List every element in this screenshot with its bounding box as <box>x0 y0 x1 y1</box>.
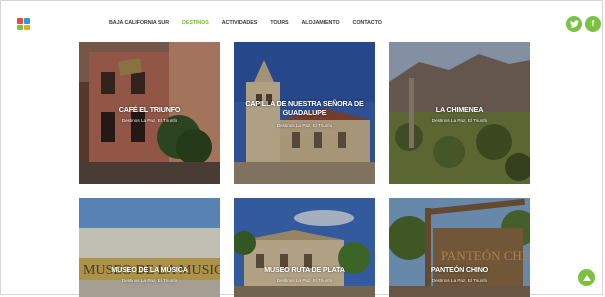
main-nav: BAJA CALIFORNIA SUR DESTINOS ACTIVIDADES… <box>109 20 382 26</box>
nav-item-alojamiento[interactable]: ALOJAMIENTO <box>302 20 340 26</box>
nav-item-destinos[interactable]: DESTINOS <box>182 20 209 26</box>
destination-card-museo-de-la-musica[interactable]: MUSEO DE LA MUSICA MUSEO DE LA MÚSICA De… <box>79 198 220 297</box>
card-subtitle: Destinos La Paz, El Triunfo <box>121 278 178 283</box>
card-title: PANTEÓN CHINO <box>430 265 489 274</box>
destination-card-cafe-el-triunfo[interactable]: CAFÉ EL TRIUNFO Destinos La Paz, El Triu… <box>79 42 220 184</box>
card-title: CAFÉ EL TRIUNFO <box>118 105 181 114</box>
card-subtitle: Destinos La Paz, El Triunfo <box>431 118 488 123</box>
nav-item-baja-california-sur[interactable]: BAJA CALIFORNIA SUR <box>109 20 169 26</box>
site-logo[interactable] <box>16 16 32 32</box>
destination-card-capilla-guadalupe[interactable]: CAPILLA DE NUESTRA SEÑORA DE GUADALUPE D… <box>234 42 375 184</box>
twitter-button[interactable] <box>566 16 582 32</box>
destination-card-la-chimenea[interactable]: LA CHIMENEA Destinos La Paz, El Triunfo <box>389 42 530 184</box>
card-subtitle: Destinos La Paz, El Triunfo <box>121 118 178 123</box>
nav-item-actividades[interactable]: ACTIVIDADES <box>222 20 258 26</box>
facebook-icon: f <box>591 19 595 28</box>
destination-card-panteon-chino[interactable]: PANTEÓN CHINO PANTEÓN CHINO Destinos La … <box>389 198 530 297</box>
card-subtitle: Destinos La Paz, El Triunfo <box>276 123 333 128</box>
facebook-button[interactable]: f <box>585 16 601 32</box>
nav-item-contacto[interactable]: CONTACTO <box>353 20 382 26</box>
chevron-up-icon <box>582 274 591 281</box>
scroll-to-top-button[interactable] <box>578 269 595 286</box>
card-title: LA CHIMENEA <box>435 105 484 114</box>
twitter-icon <box>569 20 579 28</box>
card-title: MUSEO DE LA MÚSICA <box>111 265 188 274</box>
nav-item-tours[interactable]: TOURS <box>270 20 288 26</box>
card-subtitle: Destinos La Paz, El Triunfo <box>431 278 488 283</box>
destination-card-museo-ruta-de-plata[interactable]: MUSEO RUTA DE PLATA Destinos La Paz, El … <box>234 198 375 297</box>
card-title: MUSEO RUTA DE PLATA <box>264 265 345 274</box>
card-subtitle: Destinos La Paz, El Triunfo <box>276 278 333 283</box>
card-title: CAPILLA DE NUESTRA SEÑORA DE GUADALUPE <box>245 99 364 117</box>
